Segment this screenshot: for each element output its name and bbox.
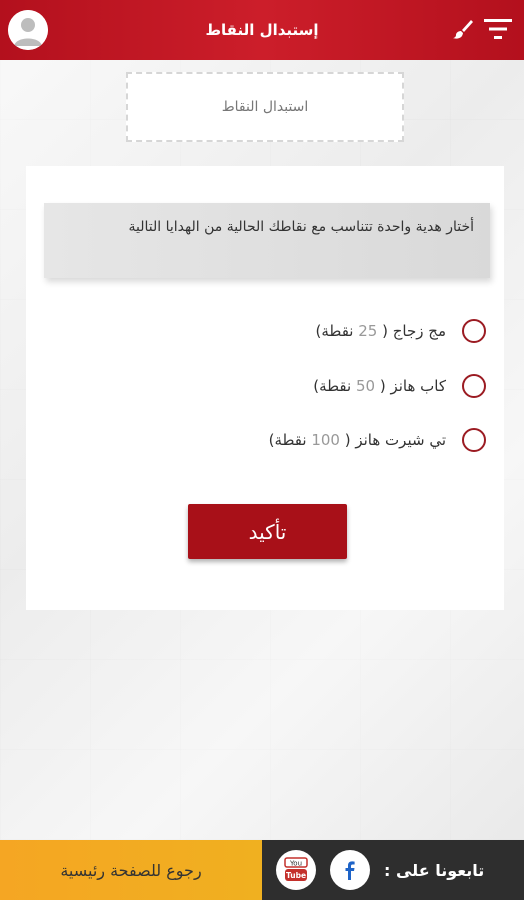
back-home-label: رجوع للصفحة رئيسية bbox=[60, 860, 202, 880]
brush-icon[interactable] bbox=[452, 18, 474, 40]
gift-selection-card: أختار هدية واحدة تتناسب مع نقاطك الحالية… bbox=[26, 166, 504, 610]
points-redeem-label: استبدال النقاط bbox=[221, 99, 309, 115]
page-title: إستبدال النقاط bbox=[205, 21, 319, 39]
gift-option-tshirt[interactable]: تي شيرت هانز ( 100 نقطة) bbox=[186, 425, 486, 455]
gift-name: مج زجاج bbox=[392, 322, 446, 340]
social-follow-bar: تابعونا على : You Tube bbox=[262, 840, 524, 900]
gift-option-mug[interactable]: مج زجاج ( 25 نقطة) bbox=[186, 316, 486, 346]
gift-option-cap[interactable]: كاب هانز ( 50 نقطة) bbox=[186, 371, 486, 401]
radio-button[interactable] bbox=[462, 319, 486, 343]
points-redeem-box[interactable]: استبدال النقاط bbox=[126, 72, 404, 142]
gift-points: 100 bbox=[311, 431, 340, 449]
gift-points: 50 bbox=[355, 377, 376, 395]
svg-text:Tube: Tube bbox=[286, 871, 306, 880]
gift-points-unit: نقطة bbox=[274, 431, 307, 449]
instruction-text: أختار هدية واحدة تتناسب مع نقاطك الحالية… bbox=[128, 219, 474, 235]
confirm-button[interactable]: تأكيد bbox=[188, 504, 347, 559]
back-home-button[interactable]: رجوع للصفحة رئيسية bbox=[0, 840, 262, 900]
gift-option-label: تي شيرت هانز ( 100 نقطة) bbox=[268, 431, 446, 449]
gift-points-unit: نقطة bbox=[319, 377, 352, 395]
youtube-icon[interactable]: You Tube bbox=[276, 850, 316, 890]
svg-text:You: You bbox=[289, 860, 302, 868]
radio-button[interactable] bbox=[462, 374, 486, 398]
gift-option-label: كاب هانز ( 50 نقطة) bbox=[313, 377, 446, 395]
radio-button[interactable] bbox=[462, 428, 486, 452]
app-header: إستبدال النقاط bbox=[0, 0, 524, 60]
facebook-icon[interactable] bbox=[330, 850, 370, 890]
gift-name: تي شيرت هانز bbox=[355, 431, 446, 449]
gift-option-label: مج زجاج ( 25 نقطة) bbox=[315, 322, 447, 340]
gift-points: 25 bbox=[358, 322, 378, 340]
gift-name: كاب هانز bbox=[390, 377, 446, 395]
user-avatar-icon[interactable] bbox=[8, 10, 48, 50]
avatar-silhouette bbox=[8, 10, 48, 50]
instruction-notice: أختار هدية واحدة تتناسب مع نقاطك الحالية… bbox=[44, 203, 490, 278]
footer-bar: رجوع للصفحة رئيسية تابعونا على : You Tub… bbox=[0, 840, 524, 900]
gift-points-unit: نقطة bbox=[321, 322, 354, 340]
filter-menu-icon[interactable] bbox=[484, 17, 512, 41]
follow-us-label: تابعونا على : bbox=[384, 860, 485, 880]
